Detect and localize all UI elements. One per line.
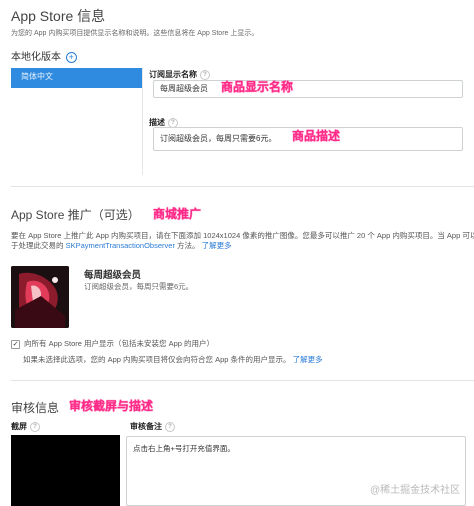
show-to-all-users-row: ✓ 向所有 App Store 用户显示（包括未安装您 App 的用户） (11, 338, 214, 349)
sk-observer-link[interactable]: SKPaymentTransactionObserver (66, 241, 175, 250)
promo-artwork-image (11, 266, 69, 328)
section-divider (11, 186, 474, 187)
promotion-title: App Store 推广（可选） (11, 208, 140, 222)
add-localization-icon[interactable]: + (65, 51, 77, 63)
promotion-description-line2: 于处理此交易的 SKPaymentTransactionObserver 方法。… (11, 241, 232, 250)
app-store-info-title: App Store 信息 (11, 8, 106, 24)
review-notes-label: 审核备注? (130, 421, 175, 432)
show-to-all-users-checkbox[interactable]: ✓ (11, 339, 20, 349)
localization-divider (142, 68, 143, 175)
localization-label: 本地化版本 (11, 52, 61, 63)
promo-product-name: 每周超级会员 (84, 270, 142, 281)
screenshot-label: 截屏? (11, 421, 40, 432)
promotion-annotation: 商城推广 (153, 207, 202, 221)
display-name-annotation: 商品显示名称 (221, 80, 294, 94)
show-to-all-users-label: 向所有 App Store 用户显示（包括未安装您 App 的用户） (24, 339, 215, 348)
help-icon[interactable]: ? (165, 421, 175, 432)
promo-image[interactable] (11, 266, 69, 328)
promo-product-description: 订阅超级会员，每周只需要6元。 (84, 282, 194, 291)
localization-item-simplified-chinese[interactable]: 简体中文 (11, 68, 142, 88)
display-name-label: 订阅显示名称? (149, 69, 210, 80)
app-store-info-subtitle: 为您的 App 内购买项目提供显示名称和说明。这些信息将在 App Store … (11, 30, 259, 37)
description-annotation: 商品描述 (292, 129, 341, 143)
review-annotation: 审核截屏与描述 (69, 399, 154, 413)
learn-more-link-2[interactable]: 了解更多 (293, 355, 323, 364)
review-screenshot[interactable] (11, 435, 120, 506)
localization-header: 本地化版本 + (11, 48, 77, 63)
show-to-all-users-note: 如果未选择此选项，您的 App 内购买项目将仅会向符合您 App 条件的用户显示… (23, 355, 323, 364)
display-name-input[interactable]: 每周超级会员 (153, 80, 463, 98)
section-divider-2 (11, 380, 474, 381)
watermark: @稀土掘金技术社区 (370, 485, 461, 496)
help-icon[interactable]: ? (200, 69, 210, 80)
review-info-title: 审核信息 (11, 401, 60, 415)
help-icon[interactable]: ? (30, 421, 40, 432)
learn-more-link[interactable]: 了解更多 (202, 241, 232, 250)
